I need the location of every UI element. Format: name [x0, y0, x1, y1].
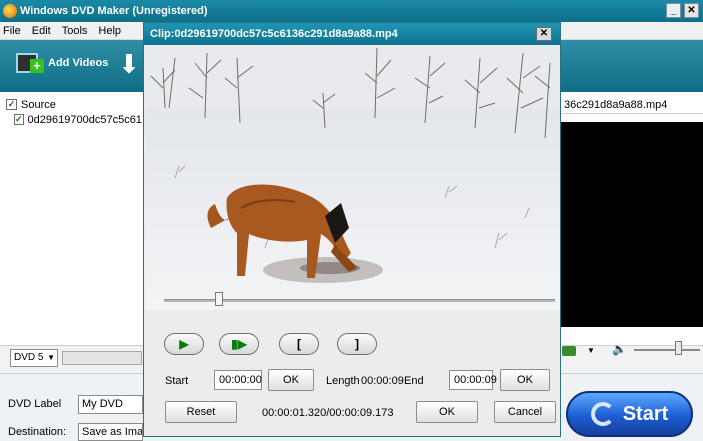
dvd-type-value: DVD 5	[14, 352, 44, 363]
step-forward-button[interactable]: ▮▶	[219, 333, 259, 355]
main-title-bar: Windows DVD Maker (Unregistered) _ ✕	[0, 0, 703, 22]
length-caption: Length	[326, 375, 360, 387]
end-time-input[interactable]: 00:00:09	[449, 370, 497, 390]
camera-icon[interactable]	[562, 346, 576, 356]
start-button[interactable]: Start	[566, 391, 693, 437]
end-ok-button[interactable]: OK	[500, 369, 550, 391]
tree-item[interactable]: ✓ 0d29619700dc57c5c61...	[6, 112, 151, 127]
video-frame-image	[145, 48, 560, 310]
clip-dialog: Clip:0d29619700dc57c5c6136c291d8a9a88.mp…	[143, 22, 561, 437]
destination-caption: Destination:	[8, 426, 67, 438]
tree-root[interactable]: ✓ Source	[6, 97, 138, 112]
minimize-button[interactable]: _	[666, 3, 681, 18]
start-caption: Start	[165, 375, 189, 387]
playback-position: 00:00:01.320/00:00:09.173	[262, 407, 394, 419]
play-button[interactable]: ▶	[164, 333, 204, 355]
start-ok-button[interactable]: OK	[268, 369, 314, 391]
dialog-close-button[interactable]: ✕	[536, 27, 552, 41]
menu-edit[interactable]: Edit	[32, 25, 51, 37]
start-button-label: Start	[622, 402, 669, 425]
app-icon	[3, 4, 17, 18]
dvd-label-caption: DVD Label	[8, 398, 62, 410]
add-video-icon: +	[16, 50, 44, 76]
add-videos-label: Add Videos	[48, 57, 109, 69]
volume-slider[interactable]	[634, 349, 700, 351]
dvd-type-select[interactable]: DVD 5 ▼	[10, 349, 58, 367]
clip-dialog-title: Clip:0d29619700dc57c5c6136c291d8a9a88.mp…	[144, 23, 560, 45]
speaker-icon[interactable]: 🔈	[612, 342, 627, 356]
length-value: 00:00:09	[361, 375, 404, 387]
main-preview	[560, 122, 703, 327]
add-videos-button[interactable]: + Add Videos	[16, 50, 108, 76]
end-caption: End	[404, 375, 424, 387]
clip-checkbox[interactable]: ✓	[14, 114, 24, 125]
main-window-title: Windows DVD Maker (Unregistered)	[20, 5, 208, 17]
dvd-label-input[interactable]: My DVD	[78, 395, 143, 414]
mark-out-button[interactable]: ]	[337, 333, 377, 355]
video-preview	[145, 48, 560, 310]
destination-select[interactable]: Save as Image File	[78, 423, 143, 441]
ok-button[interactable]: OK	[416, 401, 478, 423]
cancel-button[interactable]: Cancel	[494, 401, 556, 423]
menu-file[interactable]: File	[3, 25, 21, 37]
source-checkbox[interactable]: ✓	[6, 99, 17, 110]
selected-file-name: 36c291d8a9a88.mp4	[560, 97, 703, 114]
reset-button[interactable]: Reset	[165, 401, 237, 423]
start-time-input[interactable]: 00:00:00	[214, 370, 262, 390]
refresh-icon	[590, 402, 615, 426]
tree-root-label: Source	[21, 98, 56, 111]
tree-item-label: 0d29619700dc57c5c61...	[27, 113, 152, 126]
volume-slider-handle[interactable]	[675, 341, 682, 355]
close-button[interactable]: ✕	[684, 3, 699, 18]
seek-bar-handle[interactable]	[214, 292, 223, 306]
mark-in-button[interactable]: [	[279, 333, 319, 355]
menu-help[interactable]: Help	[98, 25, 121, 37]
capacity-bar	[62, 351, 142, 365]
download-arrow-icon[interactable]: ⬇	[118, 50, 140, 78]
chevron-down-icon: ▼	[47, 353, 55, 362]
menu-tools[interactable]: Tools	[62, 25, 88, 37]
chevron-down-icon[interactable]: ▼	[587, 346, 595, 355]
source-tree: ✓ Source ✓ 0d29619700dc57c5c61...	[6, 97, 151, 347]
